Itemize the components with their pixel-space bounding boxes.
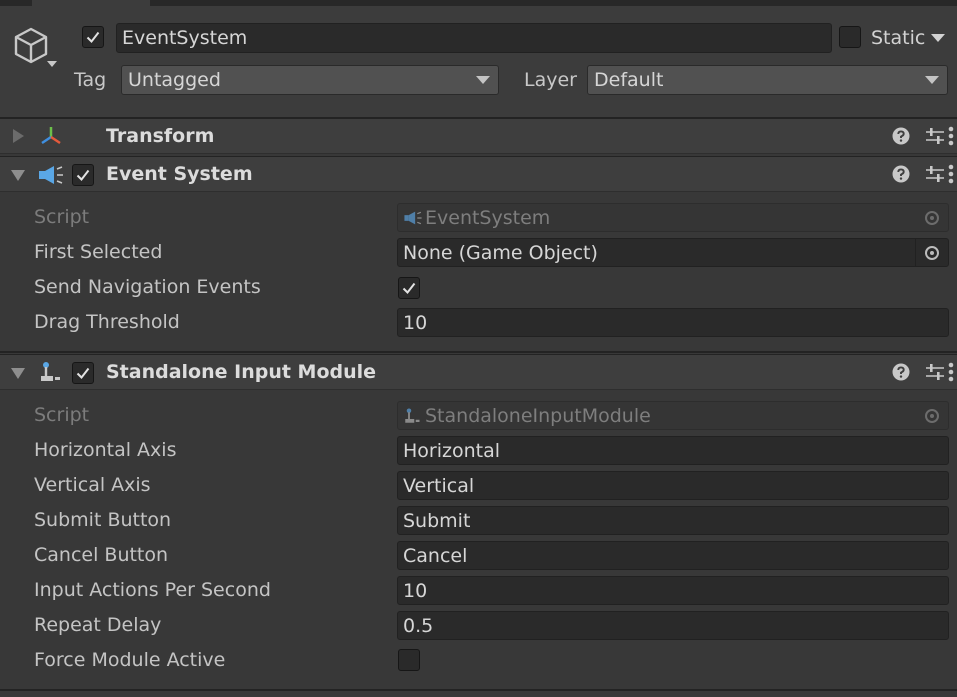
vertical-axis-input[interactable]: Vertical xyxy=(397,471,949,500)
context-menu-kebab-icon[interactable] xyxy=(947,125,955,147)
transform-axes-icon xyxy=(41,127,61,145)
standalone-input-enabled-toggle[interactable] xyxy=(72,362,94,384)
help-icon[interactable] xyxy=(892,165,910,183)
es-script-value: EventSystem xyxy=(425,206,551,229)
tag-dropdown[interactable]: Untagged xyxy=(121,65,499,95)
checkmark-icon xyxy=(76,169,90,182)
foldout-expanded-icon[interactable] xyxy=(11,170,25,181)
checkmark-icon xyxy=(402,282,416,295)
object-picker-button xyxy=(916,204,948,231)
object-picker-button[interactable] xyxy=(915,239,948,266)
event-system-enabled-toggle[interactable] xyxy=(72,164,94,186)
input-module-joystick-icon xyxy=(405,408,420,423)
chevron-down-icon xyxy=(925,76,939,84)
layer-dropdown-value: Default xyxy=(594,69,664,91)
context-menu-kebab-icon[interactable] xyxy=(947,361,955,383)
layer-label: Layer xyxy=(524,69,577,91)
sim-script-field: StandaloneInputModule xyxy=(397,401,949,430)
drag-threshold-label: Drag Threshold xyxy=(34,311,180,333)
component-header-standalone-input-module[interactable]: Standalone Input Module xyxy=(0,354,957,390)
first-selected-value: None (Game Object) xyxy=(403,241,598,264)
component-header-actions xyxy=(847,157,957,191)
static-toggle[interactable] xyxy=(839,26,861,48)
object-picker-icon xyxy=(925,408,939,423)
object-picker-icon xyxy=(925,245,939,260)
component-header-actions xyxy=(847,119,957,153)
tag-label: Tag xyxy=(74,69,107,91)
help-icon[interactable] xyxy=(892,363,910,381)
layer-dropdown[interactable]: Default xyxy=(587,65,948,95)
help-icon[interactable] xyxy=(892,127,910,145)
object-picker-button xyxy=(916,402,948,429)
drag-threshold-input[interactable]: 10 xyxy=(397,308,949,337)
preset-sliders-icon[interactable] xyxy=(925,363,945,381)
repeat-delay-label: Repeat Delay xyxy=(34,614,162,636)
component-title-standalone-input-module: Standalone Input Module xyxy=(106,361,377,383)
checkmark-icon xyxy=(76,367,90,380)
force-module-active-toggle[interactable] xyxy=(398,649,420,671)
cancel-button-label: Cancel Button xyxy=(34,544,169,566)
chevron-down-icon xyxy=(476,76,490,84)
event-system-megaphone-icon xyxy=(39,166,63,184)
es-script-label: Script xyxy=(34,206,90,228)
context-menu-kebab-icon[interactable] xyxy=(947,163,955,185)
static-dropdown-arrow-icon[interactable] xyxy=(930,33,946,43)
preset-sliders-icon[interactable] xyxy=(925,127,945,145)
component-header-event-system[interactable]: Event System xyxy=(0,156,957,192)
first-selected-label: First Selected xyxy=(34,241,163,263)
component-header-transform[interactable]: Transform xyxy=(0,118,957,154)
static-label[interactable]: Static xyxy=(871,27,925,49)
horizontal-axis-label: Horizontal Axis xyxy=(34,439,177,461)
component-title-event-system: Event System xyxy=(106,163,253,185)
vertical-axis-label: Vertical Axis xyxy=(34,474,151,496)
gameobject-active-toggle[interactable] xyxy=(82,26,104,48)
cancel-button-input[interactable]: Cancel xyxy=(397,541,949,570)
send-navigation-events-toggle[interactable] xyxy=(398,277,420,299)
submit-button-input[interactable]: Submit xyxy=(397,506,949,535)
event-system-megaphone-icon xyxy=(404,211,422,224)
tag-dropdown-value: Untagged xyxy=(128,69,221,91)
component-title-transform: Transform xyxy=(106,125,215,147)
force-module-active-label: Force Module Active xyxy=(34,649,226,671)
sim-script-value: StandaloneInputModule xyxy=(425,404,651,427)
gameobject-name-input[interactable]: EventSystem xyxy=(116,23,832,53)
sim-script-label: Script xyxy=(34,404,90,426)
foldout-expanded-icon[interactable] xyxy=(11,368,25,379)
preset-sliders-icon[interactable] xyxy=(925,165,945,183)
input-actions-per-second-input[interactable]: 10 xyxy=(397,576,949,605)
foldout-collapsed-icon[interactable] xyxy=(13,129,24,143)
gameobject-header: EventSystem Static Tag Untagged Layer De… xyxy=(0,6,957,118)
component-divider xyxy=(0,351,957,353)
checkmark-icon xyxy=(86,31,100,44)
es-script-field: EventSystem xyxy=(397,203,949,232)
input-module-joystick-icon xyxy=(41,362,60,381)
object-picker-icon xyxy=(925,210,939,225)
first-selected-field[interactable]: None (Game Object) xyxy=(397,238,949,267)
component-divider xyxy=(0,689,957,691)
submit-button-label: Submit Button xyxy=(34,509,172,531)
component-header-actions xyxy=(847,355,957,389)
input-actions-per-second-label: Input Actions Per Second xyxy=(34,579,271,601)
send-navigation-events-label: Send Navigation Events xyxy=(34,276,261,298)
gameobject-cube-icon[interactable] xyxy=(12,26,58,72)
horizontal-axis-input[interactable]: Horizontal xyxy=(397,436,949,465)
repeat-delay-input[interactable]: 0.5 xyxy=(397,611,949,640)
